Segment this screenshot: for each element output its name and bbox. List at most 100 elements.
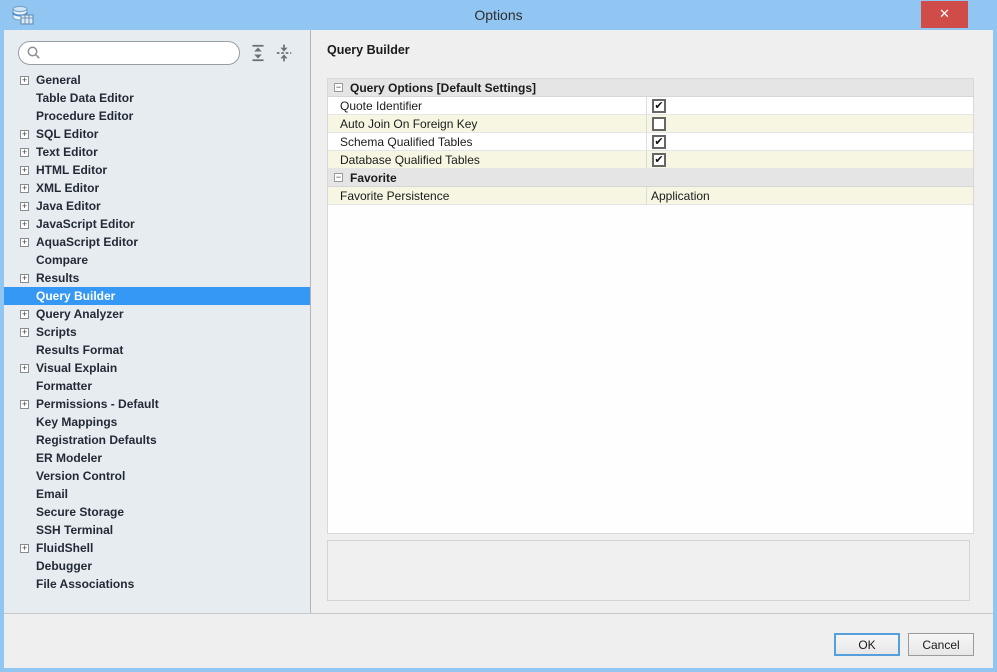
sidebar-item-label: SSH Terminal <box>36 523 114 537</box>
property-row-auto-join-on-foreign-key[interactable]: Auto Join On Foreign Key <box>328 114 973 133</box>
group-header-label: Favorite <box>350 170 397 185</box>
main-panel: Query Builder − Query Options [Default Se… <box>312 30 993 613</box>
sidebar-item-secure-storage[interactable]: Secure Storage <box>4 503 310 521</box>
search-box[interactable] <box>18 41 240 65</box>
tree-expand-icon[interactable]: + <box>20 201 29 211</box>
sidebar-item-label: Debugger <box>36 559 93 573</box>
group-header-query-options-default-settings[interactable]: − Query Options [Default Settings] <box>328 79 973 97</box>
tree-expand-icon[interactable]: + <box>20 219 29 229</box>
tree-expand-icon[interactable]: + <box>20 165 29 175</box>
sidebar-item-debugger[interactable]: Debugger <box>4 557 310 575</box>
close-button[interactable]: ✕ <box>921 1 968 28</box>
property-label: Favorite Persistence <box>328 186 647 205</box>
sidebar-item-label: Procedure Editor <box>36 109 134 123</box>
sidebar-tree: + General Table Data Editor Procedure Edito… <box>4 71 310 593</box>
ok-button[interactable]: OK <box>834 633 900 656</box>
sidebar-item-file-associations[interactable]: File Associations <box>4 575 310 593</box>
sidebar-item-query-analyzer[interactable]: + Query Analyzer <box>4 305 310 323</box>
tree-expand-icon[interactable]: + <box>20 237 29 247</box>
property-row-database-qualified-tables[interactable]: Database Qualified Tables ✔ <box>328 150 973 169</box>
tree-expand-icon[interactable]: + <box>20 273 29 283</box>
sidebar-item-label: Query Analyzer <box>36 307 124 321</box>
sidebar-item-label: SQL Editor <box>36 127 99 141</box>
footer-bar: OK Cancel <box>4 613 993 668</box>
sidebar-item-label: Text Editor <box>36 145 98 159</box>
sidebar-item-sql-editor[interactable]: + SQL Editor <box>4 125 310 143</box>
tree-expand-icon[interactable]: + <box>20 363 29 373</box>
sidebar-item-query-builder[interactable]: Query Builder <box>4 287 310 305</box>
group-header-favorite[interactable]: − Favorite <box>328 169 973 187</box>
sidebar-item-er-modeler[interactable]: ER Modeler <box>4 449 310 467</box>
sidebar-item-label: Formatter <box>36 379 93 393</box>
search-icon <box>26 45 42 61</box>
sidebar-item-label: Secure Storage <box>36 505 125 519</box>
sidebar-item-text-editor[interactable]: + Text Editor <box>4 143 310 161</box>
sidebar-item-version-control[interactable]: Version Control <box>4 467 310 485</box>
titlebar[interactable]: Options ✕ <box>0 0 997 30</box>
sidebar-item-label: Key Mappings <box>36 415 118 429</box>
checkbox-checked[interactable]: ✔ <box>652 134 666 149</box>
sidebar-item-scripts[interactable]: + Scripts <box>4 323 310 341</box>
sidebar-item-registration-defaults[interactable]: Registration Defaults <box>4 431 310 449</box>
property-value-cell: Application <box>647 187 973 205</box>
checkbox-checked[interactable]: ✔ <box>652 98 666 113</box>
sidebar-item-html-editor[interactable]: + HTML Editor <box>4 161 310 179</box>
options-dialog: Options ✕ + General Table Data Editor Pr… <box>0 0 997 672</box>
sidebar-item-label: JavaScript Editor <box>36 217 135 231</box>
tree-expand-icon[interactable]: + <box>20 129 29 139</box>
collapse-group-icon[interactable]: − <box>334 173 343 182</box>
description-panel <box>327 540 970 601</box>
sidebar-item-procedure-editor[interactable]: Procedure Editor <box>4 107 310 125</box>
search-input[interactable] <box>42 44 239 62</box>
group-header-label: Query Options [Default Settings] <box>350 80 537 95</box>
sidebar-item-label: AquaScript Editor <box>36 235 139 249</box>
tree-expand-icon[interactable]: + <box>20 183 29 193</box>
property-value[interactable]: Application <box>651 187 710 205</box>
sidebar-item-label: ER Modeler <box>36 451 103 465</box>
sidebar-item-email[interactable]: Email <box>4 485 310 503</box>
sidebar-item-java-editor[interactable]: + Java Editor <box>4 197 310 215</box>
sidebar-item-results-format[interactable]: Results Format <box>4 341 310 359</box>
sidebar-item-label: Compare <box>36 253 89 267</box>
property-row-schema-qualified-tables[interactable]: Schema Qualified Tables ✔ <box>328 132 973 151</box>
collapse-group-icon[interactable]: − <box>334 83 343 92</box>
property-value-cell <box>647 115 973 133</box>
sidebar-item-aquascript-editor[interactable]: + AquaScript Editor <box>4 233 310 251</box>
property-label: Database Qualified Tables <box>328 150 647 169</box>
tree-expand-icon[interactable]: + <box>20 147 29 157</box>
sidebar-item-visual-explain[interactable]: + Visual Explain <box>4 359 310 377</box>
property-row-quote-identifier[interactable]: Quote Identifier ✔ <box>328 96 973 115</box>
sidebar-item-fluidshell[interactable]: + FluidShell <box>4 539 310 557</box>
collapse-all-icon[interactable] <box>274 43 294 63</box>
tree-expand-icon[interactable]: + <box>20 75 29 85</box>
sidebar-item-xml-editor[interactable]: + XML Editor <box>4 179 310 197</box>
sidebar-item-table-data-editor[interactable]: Table Data Editor <box>4 89 310 107</box>
dialog-content: + General Table Data Editor Procedure Edito… <box>4 30 993 668</box>
checkbox-unchecked[interactable] <box>652 116 666 131</box>
tree-expand-icon[interactable]: + <box>20 399 29 409</box>
sidebar-item-label: Results <box>36 271 80 285</box>
property-row-favorite-persistence[interactable]: Favorite Persistence Application <box>328 186 973 205</box>
sidebar-item-permissions-default[interactable]: + Permissions - Default <box>4 395 310 413</box>
expand-all-icon[interactable] <box>248 43 268 63</box>
sidebar-item-general[interactable]: + General <box>4 71 310 89</box>
sidebar-item-ssh-terminal[interactable]: SSH Terminal <box>4 521 310 539</box>
tree-expand-icon[interactable]: + <box>20 543 29 553</box>
sidebar-item-formatter[interactable]: Formatter <box>4 377 310 395</box>
cancel-button[interactable]: Cancel <box>908 633 974 656</box>
sidebar-item-label: Visual Explain <box>36 361 118 375</box>
sidebar-item-label: XML Editor <box>36 181 100 195</box>
window-title: Options <box>474 7 523 23</box>
sidebar-item-label: General <box>36 73 81 87</box>
sidebar-item-results[interactable]: + Results <box>4 269 310 287</box>
checkbox-checked[interactable]: ✔ <box>652 152 666 167</box>
sidebar-item-compare[interactable]: Compare <box>4 251 310 269</box>
property-value-cell: ✔ <box>647 151 973 169</box>
tree-expand-icon[interactable]: + <box>20 327 29 337</box>
sidebar-item-label: Registration Defaults <box>36 433 157 447</box>
sidebar-item-key-mappings[interactable]: Key Mappings <box>4 413 310 431</box>
sidebar-item-javascript-editor[interactable]: + JavaScript Editor <box>4 215 310 233</box>
tree-expand-icon[interactable]: + <box>20 309 29 319</box>
property-label: Schema Qualified Tables <box>328 132 647 151</box>
sidebar-item-label: HTML Editor <box>36 163 108 177</box>
